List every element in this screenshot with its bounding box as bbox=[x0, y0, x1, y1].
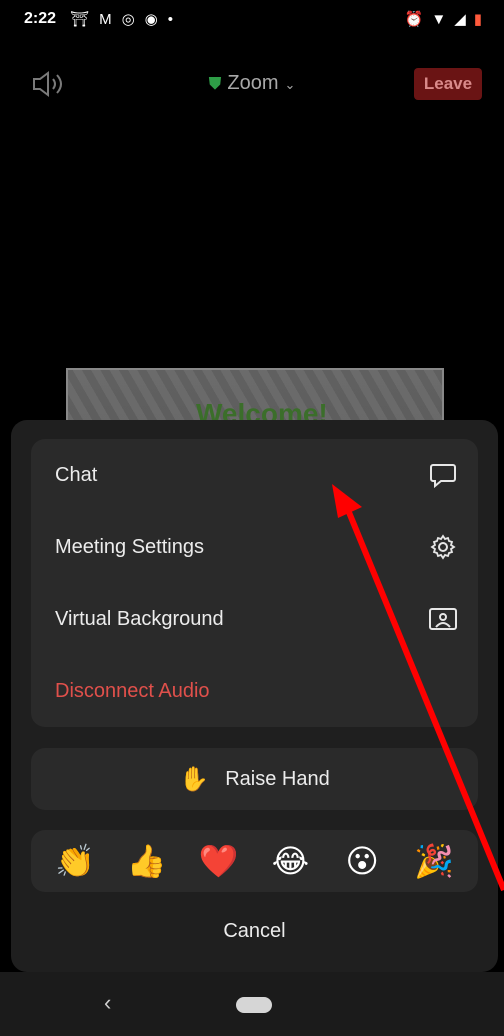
status-icons-left: ⛩ M ◎ ◉ • bbox=[70, 10, 174, 29]
leave-button[interactable]: Leave bbox=[414, 68, 482, 100]
menu-item-chat[interactable]: Chat bbox=[31, 439, 478, 511]
dot-icon: • bbox=[167, 10, 174, 28]
menu-item-label: Disconnect Audio bbox=[55, 679, 210, 702]
signal-icon: ◢ bbox=[454, 11, 466, 28]
chat-bubble-icon bbox=[428, 460, 458, 490]
wifi-icon: ▼ bbox=[431, 10, 447, 28]
joy-reaction[interactable]: 😂 bbox=[268, 842, 312, 880]
status-bar: 2:22 ⛩ M ◎ ◉ • ⏰ ▼ ◢ ▮ bbox=[0, 0, 504, 38]
raise-hand-label: Raise Hand bbox=[225, 767, 330, 790]
raise-hand-button[interactable]: ✋ Raise Hand bbox=[31, 748, 478, 810]
cancel-button[interactable]: Cancel bbox=[11, 920, 498, 943]
back-icon[interactable]: ‹ bbox=[104, 990, 111, 1016]
home-pill-icon[interactable] bbox=[236, 997, 272, 1013]
heart-reaction[interactable]: ❤️ bbox=[197, 842, 241, 880]
battery-icon: ▮ bbox=[473, 11, 482, 28]
shazam-icon: ◉ bbox=[144, 11, 158, 28]
meeting-top-bar: ⛊ Zoom ⌄ Leave bbox=[0, 60, 504, 110]
hand-icon: ✋ bbox=[179, 765, 210, 793]
meeting-title-text: Zoom bbox=[227, 72, 279, 94]
alarm-icon: ⏰ bbox=[404, 11, 424, 28]
instagram-icon: ◎ bbox=[121, 11, 135, 28]
more-options-sheet: Chat Meeting Settings Virtual Background… bbox=[11, 420, 498, 972]
person-frame-icon bbox=[428, 604, 458, 634]
open-mouth-reaction[interactable]: 😮 bbox=[340, 842, 384, 880]
gear-icon bbox=[428, 532, 458, 562]
chevron-down-icon: ⌄ bbox=[284, 77, 296, 92]
shield-icon: ⛊ bbox=[208, 74, 222, 93]
status-time: 2:22 bbox=[24, 10, 57, 27]
status-icons-right: ⏰ ▼ ◢ ▮ bbox=[404, 10, 482, 29]
menu-item-label: Meeting Settings bbox=[55, 535, 204, 558]
menu-item-meeting-settings[interactable]: Meeting Settings bbox=[31, 511, 478, 583]
reactions-bar: 👏 👍 ❤️ 😂 😮 🎉 bbox=[31, 830, 478, 892]
menu-item-disconnect-audio[interactable]: Disconnect Audio bbox=[31, 655, 478, 727]
menu-card: Chat Meeting Settings Virtual Background… bbox=[31, 439, 478, 727]
menu-item-virtual-background[interactable]: Virtual Background bbox=[31, 583, 478, 655]
notification-icon: ⛩ bbox=[70, 11, 90, 28]
navigation-bar: ‹ bbox=[0, 972, 504, 1036]
clap-reaction[interactable]: 👏 bbox=[53, 842, 97, 880]
menu-item-label: Virtual Background bbox=[55, 607, 224, 630]
menu-item-label: Chat bbox=[55, 463, 98, 486]
thumbs-up-reaction[interactable]: 👍 bbox=[125, 842, 169, 880]
gmail-icon: M bbox=[99, 10, 112, 28]
tada-reaction[interactable]: 🎉 bbox=[412, 842, 456, 880]
shared-screen: Welcome! bbox=[66, 368, 444, 428]
